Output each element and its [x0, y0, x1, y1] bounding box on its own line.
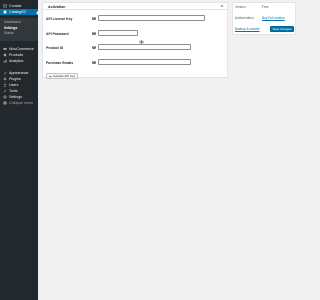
sidebar-item-settings[interactable]: Settings: [0, 94, 38, 99]
purchase-emails-input[interactable]: [98, 59, 191, 65]
sidebar-item-analytics[interactable]: Analytics: [0, 58, 38, 63]
field-label: Purchase Emails: [46, 60, 74, 65]
sidebar-item-catalogsc[interactable]: CatalogSC: [0, 9, 38, 15]
sidebar-item-products[interactable]: Products: [0, 52, 38, 57]
field-label: API License Key: [46, 16, 73, 21]
appearance-icon: [2, 70, 7, 75]
sidebar-item-label: Tools: [9, 88, 18, 93]
submenu-item-settings[interactable]: Settings: [4, 26, 17, 30]
sidebar-submenu: Dashboard Settings Status: [0, 18, 38, 41]
api-license-key-input[interactable]: [98, 15, 205, 21]
sidebar-item-label: Collapse menu: [9, 100, 33, 105]
settings-icon: [2, 94, 7, 99]
panel-header: Activation: [43, 3, 227, 10]
sidebar-item-users[interactable]: Users: [0, 82, 38, 87]
sidebar-item-label: Contact: [9, 3, 22, 8]
field-label: Product ID: [46, 45, 64, 50]
sidebar-item-appearance[interactable]: Appearance: [0, 70, 38, 75]
analytics-icon: [2, 58, 7, 63]
chevron-up-icon[interactable]: [220, 4, 224, 8]
sidebar-item-label: CatalogSC: [9, 10, 27, 14]
submenu-item-status[interactable]: Status: [4, 31, 14, 35]
current-menu-arrow: [36, 10, 38, 15]
activate-button-label: Activate API Key: [53, 74, 76, 78]
status-box: Version Free Authorization Buy Full vers…: [232, 2, 296, 35]
save-changes-button[interactable]: Save changes: [270, 26, 294, 32]
sidebar-item-label: Settings: [9, 94, 22, 99]
version-value: Free: [262, 5, 269, 9]
field-row-purchase-emails: Purchase Emails ?: [43, 59, 227, 67]
help-icon[interactable]: ?: [92, 45, 96, 49]
sidebar-item-label: Appearance: [9, 70, 29, 75]
sidebar-item-label: Products: [9, 52, 24, 57]
sidebar-item-plugins[interactable]: Plugins: [0, 76, 38, 81]
sidebar-collapse-menu[interactable]: Collapse menu: [0, 100, 38, 105]
sidebar-item-label: Plugins: [9, 76, 21, 81]
panel-title: Activation: [48, 4, 66, 9]
field-row-license-key: API License Key ?: [43, 15, 227, 23]
catalog-icon: [2, 10, 7, 15]
tools-icon: [2, 88, 7, 93]
collapse-icon: [2, 100, 7, 105]
admin-sidebar: Contact CatalogSC Dashboard Settings Sta…: [0, 0, 38, 300]
sidebar-item-contact[interactable]: Contact: [0, 3, 38, 8]
field-row-product-id: Product ID ?: [43, 44, 227, 52]
sidebar-item-woocommerce[interactable]: WooCommerce: [0, 46, 38, 51]
help-icon[interactable]: ?: [92, 31, 96, 35]
field-row-api-password: API Password ?: [43, 30, 227, 44]
backup-restore-link[interactable]: Backup & restore: [235, 27, 259, 31]
sidebar-item-label: WooCommerce: [9, 46, 34, 51]
activate-api-key-button[interactable]: Activate API Key: [46, 73, 79, 79]
activation-panel: Activation API License Key ? API Passwor…: [42, 2, 228, 79]
mail-icon: [2, 3, 7, 8]
sidebar-item-tools[interactable]: Tools: [0, 88, 38, 93]
key-icon: [49, 75, 52, 77]
buy-full-version-link[interactable]: Buy Full version: [262, 16, 285, 20]
sidebar-item-label: Analytics: [9, 58, 24, 63]
help-icon[interactable]: ?: [92, 16, 96, 20]
api-password-input[interactable]: [98, 30, 138, 36]
users-icon: [2, 82, 7, 87]
authorization-label: Authorization: [235, 16, 254, 20]
help-icon[interactable]: ?: [92, 60, 96, 64]
field-label: API Password: [46, 31, 69, 36]
plugins-icon: [2, 76, 7, 81]
product-id-input[interactable]: [98, 44, 191, 50]
woocommerce-icon: [2, 46, 7, 51]
version-label: Version: [235, 5, 246, 9]
eye-icon[interactable]: [138, 31, 145, 44]
submenu-item-dashboard[interactable]: Dashboard: [4, 20, 21, 24]
products-icon: [2, 52, 7, 57]
sidebar-item-label: Users: [9, 82, 19, 87]
